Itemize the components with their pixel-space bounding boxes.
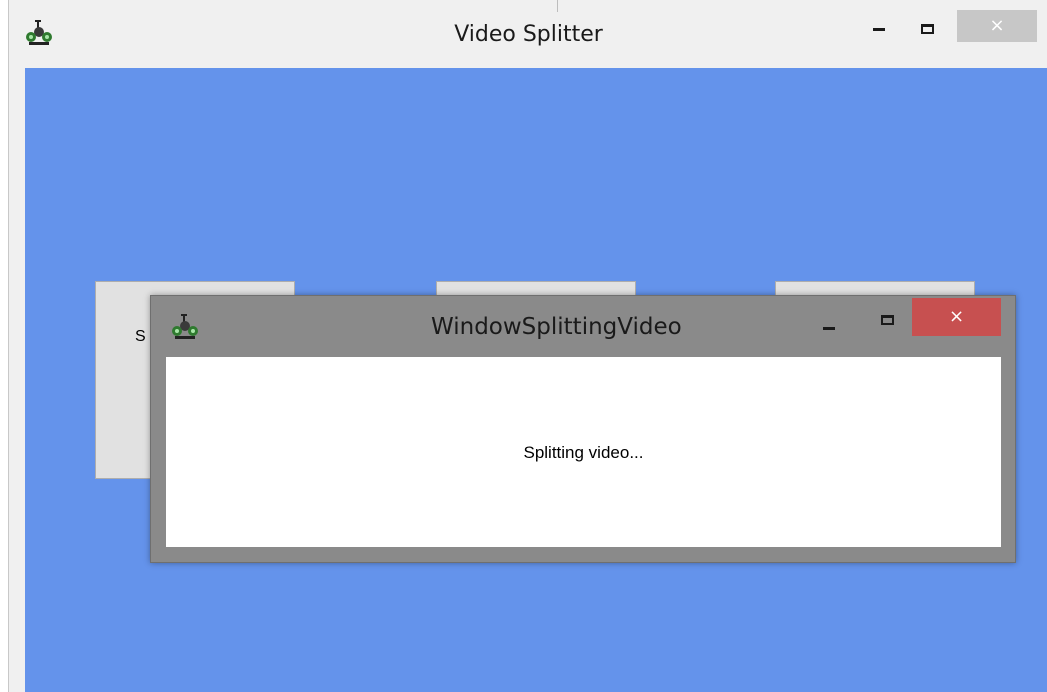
dialog-content: Splitting video... [166,357,1001,547]
dialog-close-button[interactable]: × [912,298,1001,336]
splitting-dialog: WindowSplittingVideo × Splitting video..… [150,295,1016,563]
maximize-icon [880,315,894,325]
dialog-app-icon[interactable] [171,312,199,340]
close-icon: × [989,15,1005,36]
maximize-button[interactable] [907,14,947,44]
dialog-title: WindowSplittingVideo [431,314,682,340]
main-titlebar[interactable]: Video Splitter × [9,0,1047,68]
close-button[interactable]: × [957,10,1037,42]
top-divider [557,0,558,12]
split-button-label: S [135,328,146,345]
maximize-icon [920,24,934,34]
status-message: Splitting video... [523,443,644,462]
dialog-maximize-button[interactable] [867,306,907,334]
minimize-button[interactable] [861,14,897,44]
minimize-icon [873,27,885,31]
close-icon: × [948,306,965,327]
minimize-icon [823,326,835,330]
dialog-minimize-button[interactable] [813,314,845,342]
